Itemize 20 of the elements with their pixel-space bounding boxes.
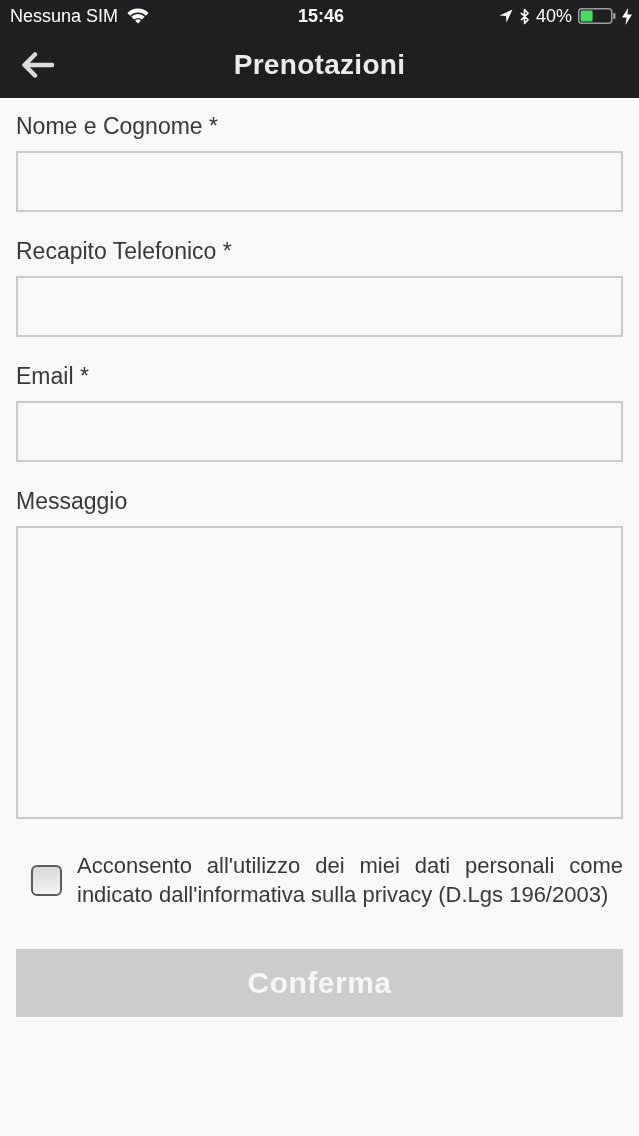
consent-text: Acconsento all'utilizzo dei miei dati personali come indicato dall'informativa sulla privacy (D.Lgs 196/2003) (77, 852, 623, 909)
charging-bolt-icon (622, 7, 632, 25)
clock-time: 15:46 (297, 5, 344, 27)
battery-percent: 40% (535, 5, 572, 27)
back-arrow-icon (22, 52, 54, 78)
input-field[interactable] (16, 401, 623, 462)
bluetooth-icon (518, 7, 530, 25)
screen-title: Prenotazioni (233, 49, 406, 81)
input-field[interactable] (16, 151, 623, 212)
consent-checkbox[interactable] (31, 864, 62, 896)
wifi-icon (127, 8, 150, 24)
message-field[interactable] (16, 526, 623, 819)
field-label: Messaggio (16, 487, 128, 515)
field-label: Nome e Cognome * (16, 112, 218, 140)
location-arrow-icon (498, 9, 513, 23)
field-label: Email * (16, 362, 89, 390)
input-field[interactable] (16, 276, 623, 337)
carrier-name: Nessuna SIM (10, 5, 119, 27)
battery-icon (578, 8, 616, 24)
field-label: Recapito Telefonico * (16, 237, 232, 265)
